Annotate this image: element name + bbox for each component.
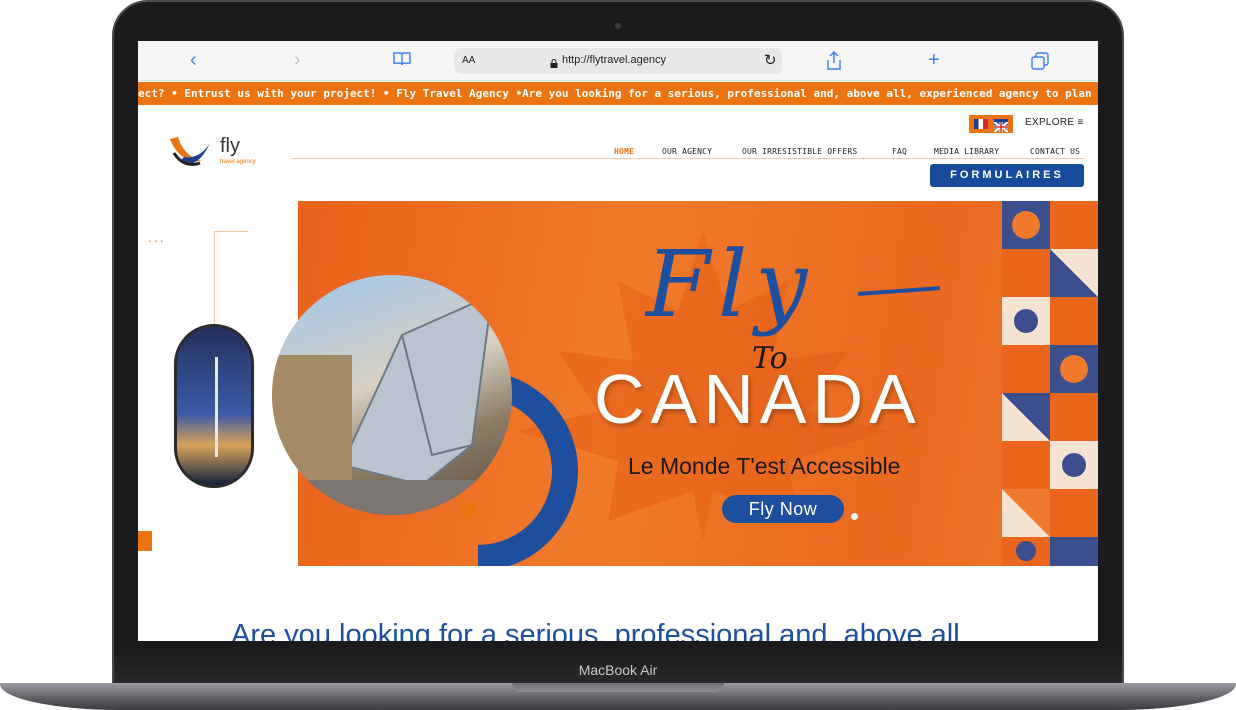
dots-decor: ...: [148, 229, 166, 245]
logo-mark-icon: [170, 137, 210, 167]
geometric-pattern: [1002, 201, 1098, 566]
browser-toolbar: ‹ › AA http://flytravel.agency ↻ +: [138, 41, 1098, 81]
hero-title: CANADA: [594, 360, 922, 438]
forward-icon[interactable]: ›: [294, 50, 301, 70]
logo-subtitle: travel agency: [220, 159, 256, 165]
logo[interactable]: fly travel agency: [166, 131, 276, 175]
url-text: http://flytravel.agency: [562, 54, 666, 66]
corner-decor: [138, 531, 152, 551]
explore-menu[interactable]: EXPLORE ≡: [1025, 117, 1084, 128]
crystal-building-shape: [272, 293, 512, 515]
screen: ‹ › AA http://flytravel.agency ↻ + ect? …: [138, 41, 1098, 641]
language-switcher[interactable]: [969, 115, 1013, 133]
announcement-marquee: ect? • Entrust us with your project! • F…: [138, 82, 1098, 105]
laptop-notch: [512, 683, 724, 692]
fly-now-button[interactable]: Fly Now: [722, 495, 844, 523]
line-decor-top: [214, 231, 248, 232]
hamburger-icon: ≡: [1077, 117, 1084, 128]
flag-fr-icon[interactable]: [974, 119, 988, 129]
pattern-panel: [1002, 201, 1098, 566]
device-model-label: MacBook Air: [578, 662, 658, 678]
device-mockup: ‹ › AA http://flytravel.agency ↻ + ect? …: [0, 0, 1236, 710]
nav-divider: [292, 158, 1084, 159]
nav-home[interactable]: HOME: [614, 147, 634, 156]
intro-heading: Are you looking for a serious, professio…: [231, 619, 960, 641]
tower-shape: [215, 357, 218, 457]
share-icon[interactable]: [826, 51, 842, 75]
window-city-image: [174, 324, 254, 488]
text-size-button[interactable]: AA: [462, 55, 475, 66]
explore-label: EXPLORE: [1025, 117, 1075, 128]
hero-subtitle: Le Monde T'est Accessible: [628, 453, 901, 479]
white-dot-decor: [851, 513, 858, 520]
back-icon[interactable]: ‹: [190, 50, 197, 70]
address-bar[interactable]: AA http://flytravel.agency ↻: [454, 48, 782, 74]
logo-word: fly: [220, 135, 240, 157]
dots-decor-blue: ...: [490, 533, 508, 549]
camera-icon: [615, 23, 621, 29]
book-icon[interactable]: [392, 51, 412, 71]
lock-icon: [550, 55, 558, 68]
nav-offers[interactable]: OUR IRRESISTIBLE OFFERS: [742, 147, 857, 156]
nav-our-agency[interactable]: OUR AGENCY: [662, 147, 712, 156]
hero-banner: ... ... Fly To CANADA Le Monde T'est Acc…: [138, 201, 1098, 566]
tabs-icon[interactable]: [1031, 52, 1049, 74]
nav-media-library[interactable]: MEDIA LIBRARY: [934, 147, 999, 156]
orange-dot-decor: [460, 501, 477, 518]
reload-icon[interactable]: ↻: [764, 51, 777, 69]
formulaires-button[interactable]: FORMULAIRES: [930, 164, 1084, 187]
flag-uk-icon[interactable]: [993, 119, 1009, 133]
hero-script-title: Fly: [646, 231, 816, 338]
plus-icon[interactable]: +: [928, 50, 940, 70]
nav-contact-us[interactable]: CONTACT US: [1030, 147, 1080, 156]
nav-faq[interactable]: FAQ: [892, 147, 907, 156]
museum-photo: [272, 275, 512, 515]
